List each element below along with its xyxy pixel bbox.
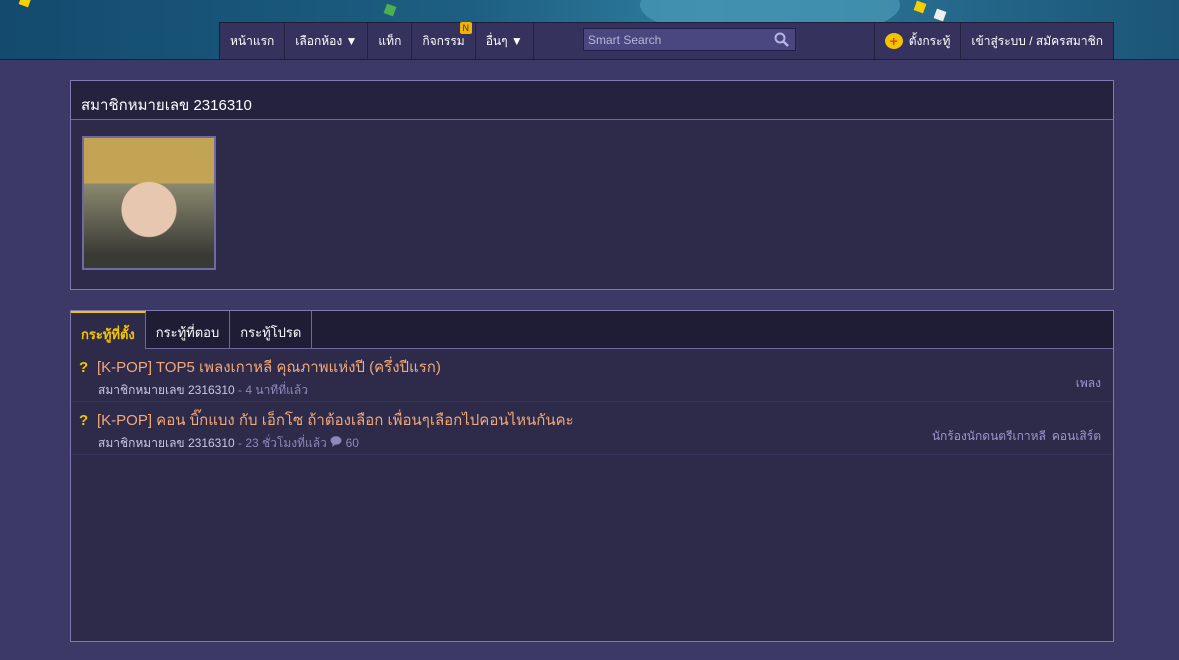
banner-decoration <box>18 0 32 8</box>
avatar <box>82 136 216 270</box>
banner-decoration <box>383 3 397 17</box>
topic-row: ? [K-POP] TOP5 เพลงเกาหลี คุณภาพแห่งปี (ค… <box>71 349 1113 402</box>
tab-my-topics[interactable]: กระทู้ที่ตั้ง <box>71 311 146 349</box>
create-topic-label: ตั้งกระทู้ <box>908 33 951 48</box>
topic-title-link[interactable]: [K-POP] คอน บิ๊กแบง กับ เอ็กโซ ถ้าต้องเล… <box>97 412 574 429</box>
tab-favorites[interactable]: กระทู้โปรด <box>230 311 313 348</box>
topic-time: - 23 ชั่วโมงที่แล้ว <box>238 436 327 450</box>
comment-icon <box>330 436 342 447</box>
banner-decoration <box>913 0 927 14</box>
create-topic-button[interactable]: + ตั้งกระทู้ <box>873 23 961 59</box>
question-icon: ? <box>79 359 89 376</box>
banner-decoration <box>933 8 947 22</box>
search-icon[interactable] <box>774 32 790 48</box>
profile-panel: สมาชิกหมายเลข 2316310 <box>70 80 1114 290</box>
topic-author[interactable]: สมาชิกหมายเลข 2316310 <box>98 436 235 450</box>
nav-choose-room[interactable]: เลือกห้อง ▼ <box>285 23 369 59</box>
plus-icon: + <box>884 33 903 49</box>
nav-activities-label: กิจกรรม <box>422 33 465 48</box>
new-badge: N <box>459 22 472 34</box>
nav-activities[interactable]: กิจกรรม N <box>412 22 476 59</box>
tab-my-replies[interactable]: กระทู้ที่ตอบ <box>146 311 231 348</box>
topic-tag[interactable]: เพลง <box>1076 376 1101 390</box>
search-input[interactable] <box>588 32 768 47</box>
topic-title-link[interactable]: [K-POP] TOP5 เพลงเกาหลี คุณภาพแห่งปี (คร… <box>97 359 441 376</box>
login-register-link[interactable]: เข้าสู่ระบบ / สมัครสมาชิก <box>960 23 1113 59</box>
topic-tag[interactable]: นักร้องนักดนตรีเกาหลี <box>932 429 1046 443</box>
search-box <box>583 28 796 51</box>
topics-panel: กระทู้ที่ตั้ง กระทู้ที่ตอบ กระทู้โปรด ? [… <box>70 310 1114 642</box>
top-nav: หน้าแรก เลือกห้อง ▼ แท็ก กิจกรรม N อื่นๆ … <box>219 22 1114 60</box>
topic-time: - 4 นาทีที่แล้ว <box>238 383 308 397</box>
profile-title: สมาชิกหมายเลข 2316310 <box>71 81 1113 120</box>
nav-more[interactable]: อื่นๆ ▼ <box>476 23 534 59</box>
topic-author[interactable]: สมาชิกหมายเลข 2316310 <box>98 383 235 397</box>
comment-count: 60 <box>345 436 359 450</box>
nav-home[interactable]: หน้าแรก <box>220 23 286 59</box>
topic-tabs: กระทู้ที่ตั้ง กระทู้ที่ตอบ กระทู้โปรด <box>71 311 1113 349</box>
topic-tag[interactable]: คอนเสิร์ต <box>1052 429 1101 443</box>
nav-tags[interactable]: แท็ก <box>368 23 413 59</box>
question-icon: ? <box>79 412 89 429</box>
topic-row: ? [K-POP] คอน บิ๊กแบง กับ เอ็กโซ ถ้าต้องเ… <box>71 402 1113 455</box>
